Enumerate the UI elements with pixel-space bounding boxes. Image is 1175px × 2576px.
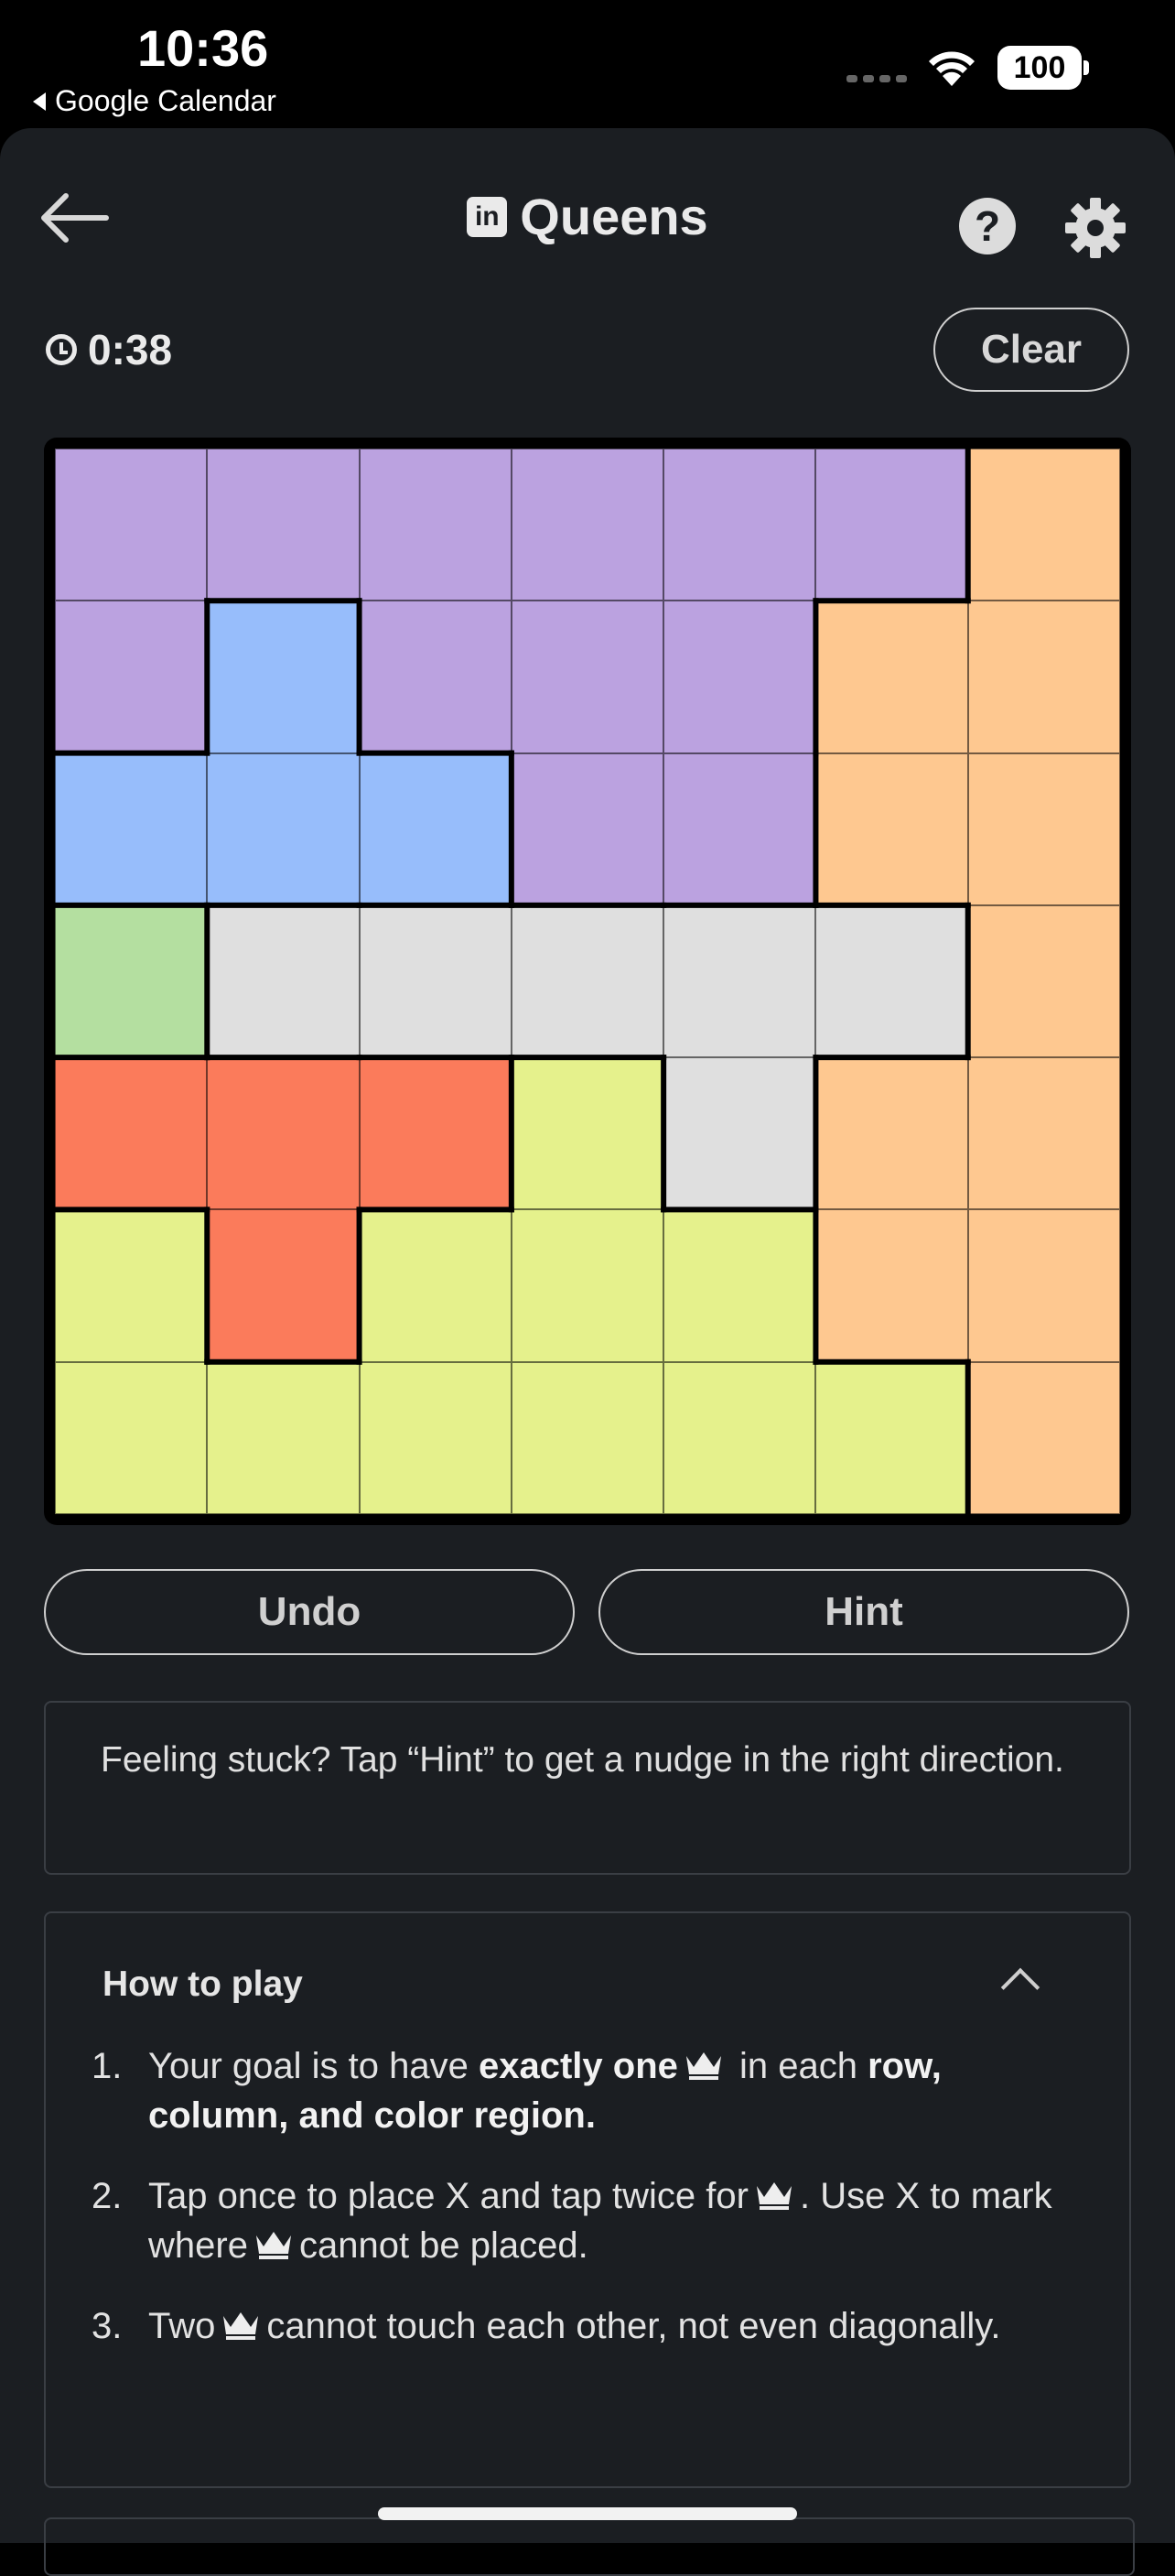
rule-item: 3. Two cannot touch each other, not even … [92,2306,1001,2346]
undo-button[interactable]: Undo [44,1569,575,1655]
board-cell[interactable] [55,1209,208,1362]
board-cell[interactable] [207,1057,360,1210]
how-to-play-title: How to play [102,1964,303,2004]
board-cell[interactable] [359,601,512,753]
board-cells [55,449,1120,1514]
board-cell[interactable] [359,1361,512,1514]
board-cell[interactable] [511,1057,664,1210]
board-cell[interactable] [55,1057,208,1210]
board-cell[interactable] [359,1057,512,1210]
board-cell[interactable] [511,601,664,753]
board-cell[interactable] [207,1361,360,1514]
back-app-label: Google Calendar [55,84,276,117]
next-panel [44,2517,1135,2576]
board-cell[interactable] [967,601,1120,753]
crown-icon [255,2232,291,2259]
board-cell[interactable] [815,752,968,905]
board-cell[interactable] [511,904,664,1058]
page-title-text: Queens [520,188,708,245]
clock-icon [46,334,77,365]
board-cell[interactable] [967,449,1120,601]
back-to-app-link[interactable]: Google Calendar [33,84,276,118]
board-cell[interactable] [967,904,1120,1058]
app-sheet: in Queens ? 0:38 Clear Undo Hint Feeling… [0,128,1175,2576]
hint-message: Feeling stuck? Tap “Hint” to get a nudge… [44,1701,1131,1875]
board-cell[interactable] [207,752,360,905]
rule-item: 2. Tap once to place X and tap twice for… [92,2176,1052,2266]
rules-list: 1. Your goal is to have exactly one in e… [92,2041,1071,2382]
board-cell[interactable] [815,1057,968,1210]
board-cell[interactable] [815,449,968,601]
board-cell[interactable] [55,752,208,905]
board-cell[interactable] [663,904,816,1058]
queens-board [44,438,1131,1525]
crown-icon [756,2182,792,2210]
board-cell[interactable] [207,904,360,1058]
wifi-icon [929,51,975,86]
board-cell[interactable] [359,449,512,601]
board-cell[interactable] [967,752,1120,905]
board-cell[interactable] [663,752,816,905]
chevron-up-icon[interactable] [1000,1967,1040,2008]
how-to-play-panel: How to play 1. Your goal is to have exac… [44,1911,1131,2488]
board-cell[interactable] [663,1361,816,1514]
board-cell[interactable] [663,1209,816,1362]
board-cell[interactable] [359,904,512,1058]
board-cell[interactable] [967,1361,1120,1514]
board-cell[interactable] [55,449,208,601]
header: in Queens ? [0,165,1175,265]
board-cell[interactable] [359,1209,512,1362]
status-time: 10:36 [137,19,269,77]
rule-item: 1. Your goal is to have exactly one in e… [92,2046,942,2136]
hint-button[interactable]: Hint [598,1569,1129,1655]
help-icon[interactable]: ? [959,198,1016,254]
board-cell[interactable] [967,1209,1120,1362]
back-triangle-icon [33,92,46,111]
board-cell[interactable] [511,752,664,905]
board-cell[interactable] [815,1209,968,1362]
board-cell[interactable] [967,1057,1120,1210]
battery-indicator: 100 [997,46,1089,90]
board-cell[interactable] [511,449,664,601]
board-cell[interactable] [815,904,968,1058]
clear-button[interactable]: Clear [933,308,1129,392]
crown-icon [685,2052,721,2080]
board-cell[interactable] [55,601,208,753]
board-cell[interactable] [207,601,360,753]
gear-icon[interactable] [1065,198,1126,258]
board-cell[interactable] [207,1209,360,1362]
home-indicator[interactable] [378,2507,797,2520]
status-bar: 10:36 Google Calendar 100 [0,0,1175,128]
timer-value: 0:38 [88,326,173,373]
board-cell[interactable] [207,449,360,601]
timer: 0:38 [46,325,172,374]
board-cell[interactable] [815,1361,968,1514]
board-cell[interactable] [359,752,512,905]
crown-icon [223,2312,259,2340]
board-cell[interactable] [511,1361,664,1514]
cellular-signal-icon [846,75,907,82]
board-cell[interactable] [815,601,968,753]
board-cell[interactable] [55,1361,208,1514]
board-cell[interactable] [663,449,816,601]
board-cell[interactable] [663,1057,816,1210]
board-cell[interactable] [511,1209,664,1362]
board-cell[interactable] [55,904,208,1058]
board-cell[interactable] [663,601,816,753]
linkedin-logo-icon: in [467,196,508,237]
